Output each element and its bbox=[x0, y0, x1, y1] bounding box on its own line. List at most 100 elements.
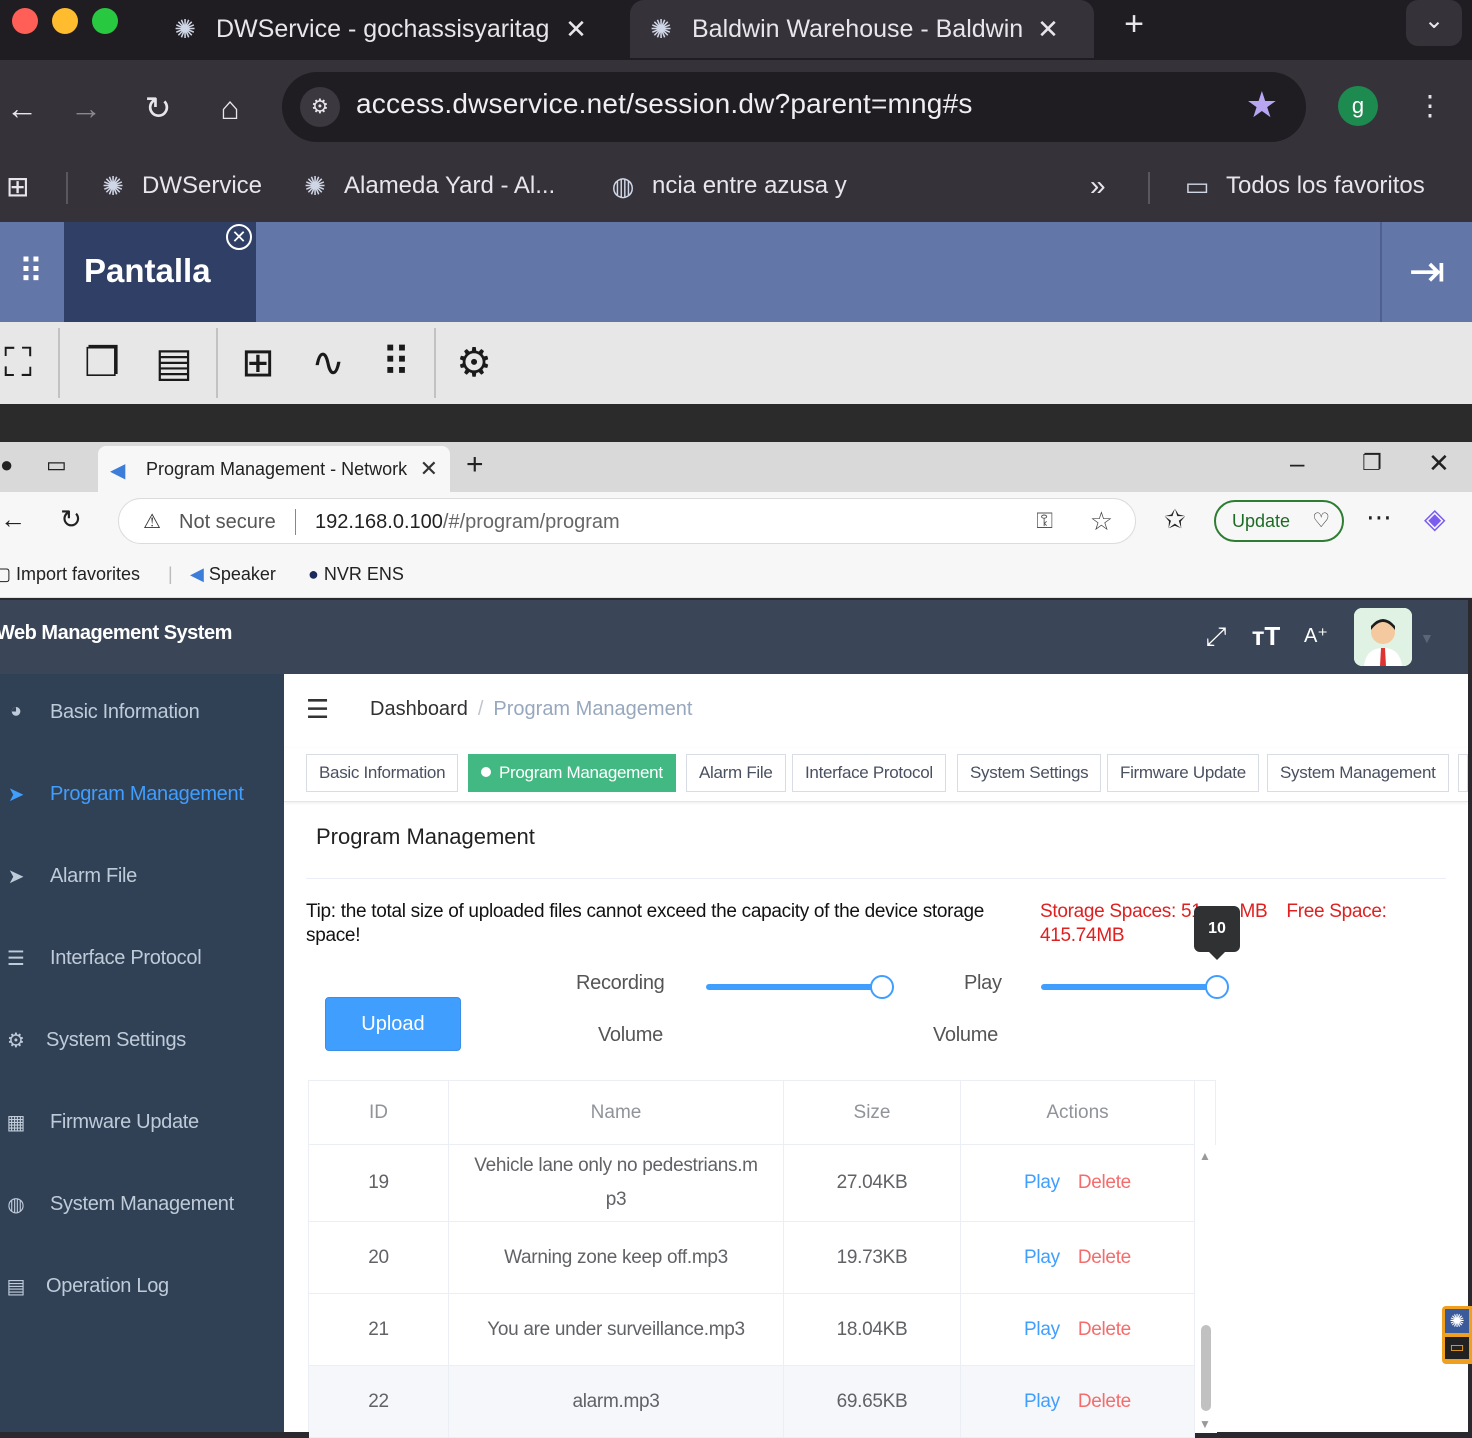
tag-interface-protocol[interactable]: Interface Protocol bbox=[792, 754, 946, 792]
restore-icon[interactable]: ❐ bbox=[1362, 450, 1382, 476]
favorite-star-icon[interactable]: ☆ bbox=[1090, 506, 1113, 537]
tab-close-icon[interactable]: ✕ bbox=[556, 14, 596, 45]
window-close-button[interactable] bbox=[12, 8, 38, 34]
reload-icon[interactable]: ↻ bbox=[136, 86, 180, 130]
play-button[interactable]: Play bbox=[1024, 1385, 1060, 1419]
import-favorites-link[interactable]: ▢ Import favorites bbox=[0, 564, 140, 585]
nvr-bookmark[interactable]: ● NVR ENS bbox=[308, 564, 404, 585]
apps-grid-icon[interactable]: ⊞ bbox=[6, 166, 29, 206]
activity-icon[interactable]: ∿ bbox=[302, 338, 354, 388]
sidebar-item-firmware-update[interactable]: ▦ Firmware Update bbox=[0, 1098, 284, 1148]
profile-avatar[interactable]: g bbox=[1338, 86, 1378, 126]
recording-volume-slider[interactable] bbox=[706, 984, 882, 990]
all-bookmarks-button[interactable]: ▭ Todos los favoritos bbox=[1182, 166, 1425, 206]
update-button[interactable]: Update ♡ bbox=[1214, 500, 1344, 542]
table-scrollbar[interactable]: ▲ ▼ bbox=[1195, 1145, 1217, 1433]
font-size-icon[interactable]: тT bbox=[1246, 616, 1286, 656]
url-text[interactable]: 192.168.0.100/#/program/program bbox=[315, 511, 620, 534]
delete-button[interactable]: Delete bbox=[1078, 1313, 1131, 1347]
cell-id: 21 bbox=[309, 1294, 449, 1365]
logout-icon[interactable]: ⇥ bbox=[1380, 222, 1472, 322]
profile-icon[interactable]: ● bbox=[0, 452, 13, 478]
favorites-icon[interactable]: ✩ bbox=[1164, 504, 1186, 535]
sidebar-item-program-management[interactable]: ➤ Program Management bbox=[0, 770, 284, 820]
new-tab-button[interactable]: + bbox=[466, 448, 484, 482]
dwservice-agent-widget[interactable]: ✺ ▭ bbox=[1442, 1306, 1472, 1364]
home-icon[interactable]: ⌂ bbox=[208, 86, 252, 130]
tag-firmware-update[interactable]: Firmware Update bbox=[1107, 754, 1259, 792]
breadcrumb-root[interactable]: Dashboard bbox=[370, 698, 468, 720]
play-button[interactable]: Play bbox=[1024, 1313, 1060, 1347]
fullscreen-icon[interactable]: ⛶ bbox=[0, 338, 44, 388]
translate-icon[interactable]: A⁺ bbox=[1296, 616, 1336, 656]
bookmark-dwservice[interactable]: ✺ DWService bbox=[98, 166, 262, 206]
delete-button[interactable]: Delete bbox=[1078, 1385, 1131, 1419]
site-settings-icon[interactable]: ⚙ bbox=[300, 87, 340, 127]
close-icon[interactable]: ✕ bbox=[1428, 448, 1450, 479]
copilot-icon[interactable]: ◈ bbox=[1424, 502, 1446, 535]
scroll-down-icon[interactable]: ▼ bbox=[1199, 1417, 1211, 1431]
chevron-down-icon[interactable]: ▼ bbox=[1420, 630, 1434, 646]
tag-overflow[interactable] bbox=[1458, 754, 1468, 792]
play-button[interactable]: Play bbox=[1024, 1241, 1060, 1275]
keypad-icon[interactable]: ⠿ bbox=[370, 338, 422, 388]
scroll-up-icon[interactable]: ▲ bbox=[1199, 1149, 1211, 1163]
bookmark-star-icon[interactable]: ★ bbox=[1246, 84, 1278, 126]
copy-icon[interactable]: ❐ bbox=[76, 338, 128, 388]
fullscreen-icon[interactable]: ⤢ bbox=[1196, 616, 1236, 656]
sidebar-item-basic-information[interactable]: ◕ Basic Information bbox=[0, 688, 284, 738]
sidebar-item-operation-log[interactable]: ▤ Operation Log bbox=[0, 1262, 284, 1312]
dw-tab-close-icon[interactable]: ✕ bbox=[226, 224, 252, 250]
user-avatar[interactable] bbox=[1354, 608, 1412, 666]
speaker-bookmark[interactable]: ◀ Speaker bbox=[190, 564, 276, 585]
sidebar-item-alarm-file[interactable]: ➤ Alarm File bbox=[0, 852, 284, 902]
sidebar-item-interface-protocol[interactable]: ☰ Interface Protocol bbox=[0, 934, 284, 984]
clipboard-icon[interactable]: ▤ bbox=[148, 338, 200, 388]
windows-icon[interactable]: ⊞ bbox=[232, 338, 284, 388]
not-secure-label[interactable]: Not secure bbox=[179, 511, 276, 534]
scroll-thumb[interactable] bbox=[1201, 1325, 1211, 1411]
tab-actions-icon[interactable]: ▭ bbox=[46, 452, 67, 478]
play-button[interactable]: Play bbox=[1024, 1166, 1060, 1200]
inner-tab-program-management[interactable]: ◀ Program Management - Network ✕ bbox=[98, 446, 450, 492]
dw-apps-icon[interactable]: ⠿ bbox=[0, 222, 62, 322]
recording-volume-handle[interactable] bbox=[870, 975, 894, 999]
bookmarks-overflow-icon[interactable]: » bbox=[1090, 166, 1106, 206]
tag-alarm-file[interactable]: Alarm File bbox=[686, 754, 786, 792]
bookmark-alameda[interactable]: ✺ Alameda Yard - Al... bbox=[300, 166, 555, 206]
reload-icon[interactable]: ↻ bbox=[60, 504, 82, 535]
back-icon[interactable]: ← bbox=[0, 504, 26, 535]
back-icon[interactable]: ← bbox=[0, 86, 44, 130]
tag-basic-information[interactable]: Basic Information bbox=[306, 754, 459, 792]
outer-tab-dwservice[interactable]: ✺ DWService - gochassisyaritag ✕ bbox=[154, 0, 624, 58]
forward-icon[interactable]: → bbox=[64, 86, 108, 130]
settings-gear-icon[interactable]: ⚙ bbox=[448, 338, 500, 388]
sidebar-item-system-management[interactable]: ◍ System Management bbox=[0, 1180, 284, 1230]
tag-program-management[interactable]: Program Management bbox=[468, 754, 676, 792]
delete-button[interactable]: Delete bbox=[1078, 1241, 1131, 1275]
tag-system-management[interactable]: System Management bbox=[1267, 754, 1449, 792]
window-minimize-button[interactable] bbox=[52, 8, 78, 34]
more-menu-icon[interactable]: ⋯ bbox=[1366, 502, 1392, 533]
outer-tab-baldwin[interactable]: ✺ Baldwin Warehouse - Baldwin ✕ bbox=[630, 0, 1094, 58]
minimize-icon[interactable]: – bbox=[1290, 448, 1304, 479]
window-zoom-button[interactable] bbox=[92, 8, 118, 34]
delete-button[interactable]: Delete bbox=[1078, 1166, 1131, 1200]
key-icon[interactable]: ⚿ bbox=[1036, 508, 1053, 534]
more-menu-icon[interactable]: ⋮ bbox=[1414, 84, 1446, 128]
tab-close-icon[interactable]: ✕ bbox=[1028, 14, 1068, 45]
play-volume-slider[interactable] bbox=[1041, 984, 1217, 990]
new-tab-button[interactable]: + bbox=[1112, 4, 1156, 48]
tag-system-settings[interactable]: System Settings bbox=[957, 754, 1102, 792]
bookmark-ncia[interactable]: ◍ ncia entre azusa y bbox=[608, 166, 847, 206]
tab-search-button[interactable]: ⌄ bbox=[1406, 0, 1462, 46]
address-bar[interactable]: ⚙ access.dwservice.net/session.dw?parent… bbox=[282, 72, 1306, 142]
upload-button[interactable]: Upload bbox=[325, 997, 461, 1051]
sidebar-item-system-settings[interactable]: ⚙ System Settings bbox=[0, 1016, 284, 1066]
url-text[interactable]: access.dwservice.net/session.dw?parent=m… bbox=[356, 88, 973, 120]
inner-address-bar[interactable]: ⚠ Not secure 192.168.0.100/#/program/pro… bbox=[118, 498, 1136, 544]
dw-tab-pantalla[interactable]: Pantalla ✕ bbox=[64, 222, 256, 322]
tab-close-icon[interactable]: ✕ bbox=[420, 456, 438, 482]
play-volume-handle[interactable] bbox=[1205, 975, 1229, 999]
hamburger-menu-icon[interactable]: ☰ bbox=[306, 694, 329, 725]
